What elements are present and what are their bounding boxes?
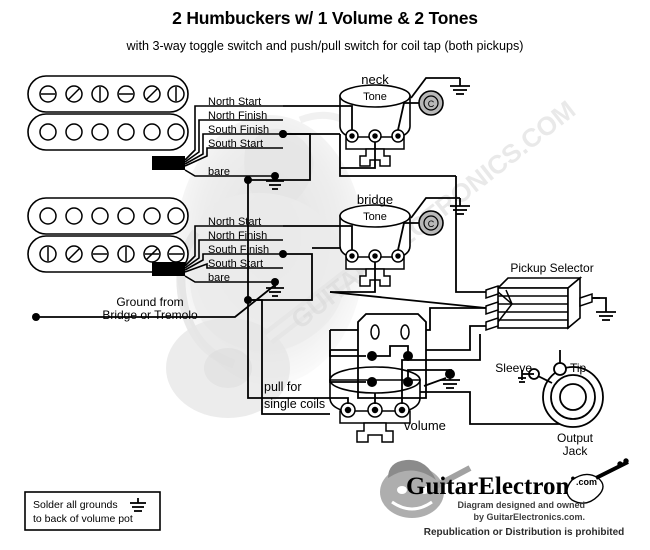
output-jack[interactable] <box>542 366 604 428</box>
page-title: 2 Humbuckers w/ 1 Volume & 2 Tones <box>172 8 478 28</box>
neck-tone-pot-body-label: Tone <box>363 91 387 103</box>
neck-tone-junction-a <box>279 130 287 138</box>
output-jack-name-line1: Output <box>557 431 594 445</box>
volume-bus-junction-b <box>244 296 252 304</box>
volume-pot-label: volume <box>404 418 446 433</box>
neck-cable-boot <box>152 156 185 170</box>
bridge-tone-pot-label: bridge <box>357 192 393 207</box>
ground-note-line1: Ground from <box>116 295 183 309</box>
bridge-cap-label: C <box>428 219 435 229</box>
ground-from-note: Ground from Bridge or Tremolo <box>102 295 198 322</box>
neck-wire-label-south-finish: South Finish <box>208 124 269 136</box>
footer-credit-line1: Diagram designed and owned <box>457 500 585 510</box>
footer-credit: Diagram designed and owned by GuitarElec… <box>457 500 585 522</box>
volume-pot-lugs[interactable] <box>339 402 411 424</box>
selector-output-wires <box>592 297 607 312</box>
neck-wire-label-south-start: South Start <box>208 138 263 150</box>
wiring-diagram-page: GUITARELECTRONICS.COM 2 Humbuckers w/ 1 … <box>0 0 650 550</box>
output-jack-sleeve-lug[interactable] <box>528 368 553 384</box>
solder-note-line1: Solder all grounds <box>33 499 118 511</box>
output-jack-tip-label: Tip <box>570 361 587 375</box>
neck-wire-label-north-start: North Start <box>208 96 261 108</box>
push-pull-note-line1: pull for <box>264 380 302 394</box>
push-pull-hole-left <box>370 324 380 340</box>
volume-bus-junction-a <box>244 176 252 184</box>
page-subtitle: with 3-way toggle switch and push/pull s… <box>126 39 524 53</box>
ground-note-line2: Bridge or Tremolo <box>102 308 198 322</box>
wiring-diagram-canvas: GUITARELECTRONICS.COM 2 Humbuckers w/ 1 … <box>24 8 629 538</box>
volume-pot-shaft <box>356 422 394 443</box>
output-jack-tip-lug[interactable] <box>553 350 567 376</box>
neck-cap-ground-symbol <box>450 78 470 95</box>
pickup-selector-lugs-left[interactable] <box>485 284 499 332</box>
bridge-cable-boot <box>152 262 185 276</box>
bridge-wire-label-bare: bare <box>208 272 230 284</box>
output-jack-name: Output Jack <box>557 431 594 458</box>
bridge-tone-pot-body-label: Tone <box>363 211 387 223</box>
bridge-wire-label-north-start: North Start <box>208 216 261 228</box>
push-pull-hole-right <box>400 324 410 340</box>
neck-tone-capacitor: C <box>418 90 444 116</box>
push-pull-note-line2: single coils <box>264 397 325 411</box>
footer-credit-line2: by GuitarElectronics.com. <box>473 512 585 522</box>
tremolo-ground-terminal <box>32 313 40 321</box>
selector-to-volume-wire <box>446 334 481 361</box>
push-pull-ground-symbol <box>440 374 460 389</box>
neck-wire-label-bare: bare <box>208 166 230 178</box>
bridge-wire-label-south-start: South Start <box>208 258 263 270</box>
neck-cap-label: C <box>428 99 435 109</box>
neck-wire-label-north-finish: North Finish <box>208 110 267 122</box>
neck-tone-pot-label: neck <box>361 72 389 87</box>
selector-ground-symbol <box>596 311 616 321</box>
output-jack-sleeve-label: Sleeve <box>495 361 532 375</box>
footer-logo-suffix: .com <box>576 477 597 487</box>
bridge-wire-label-north-finish: North Finish <box>208 230 267 242</box>
pickup-selector-lug-output[interactable] <box>579 292 593 308</box>
solder-note-line2: to back of volume pot <box>33 513 133 525</box>
footer-notice: Republication or Distribution is prohibi… <box>424 527 625 538</box>
pickup-selector-label: Pickup Selector <box>510 261 593 275</box>
output-jack-name-line2: Jack <box>563 444 589 458</box>
bridge-tone-capacitor: C <box>418 210 444 236</box>
bridge-wire-label-south-finish: South Finish <box>208 244 269 256</box>
